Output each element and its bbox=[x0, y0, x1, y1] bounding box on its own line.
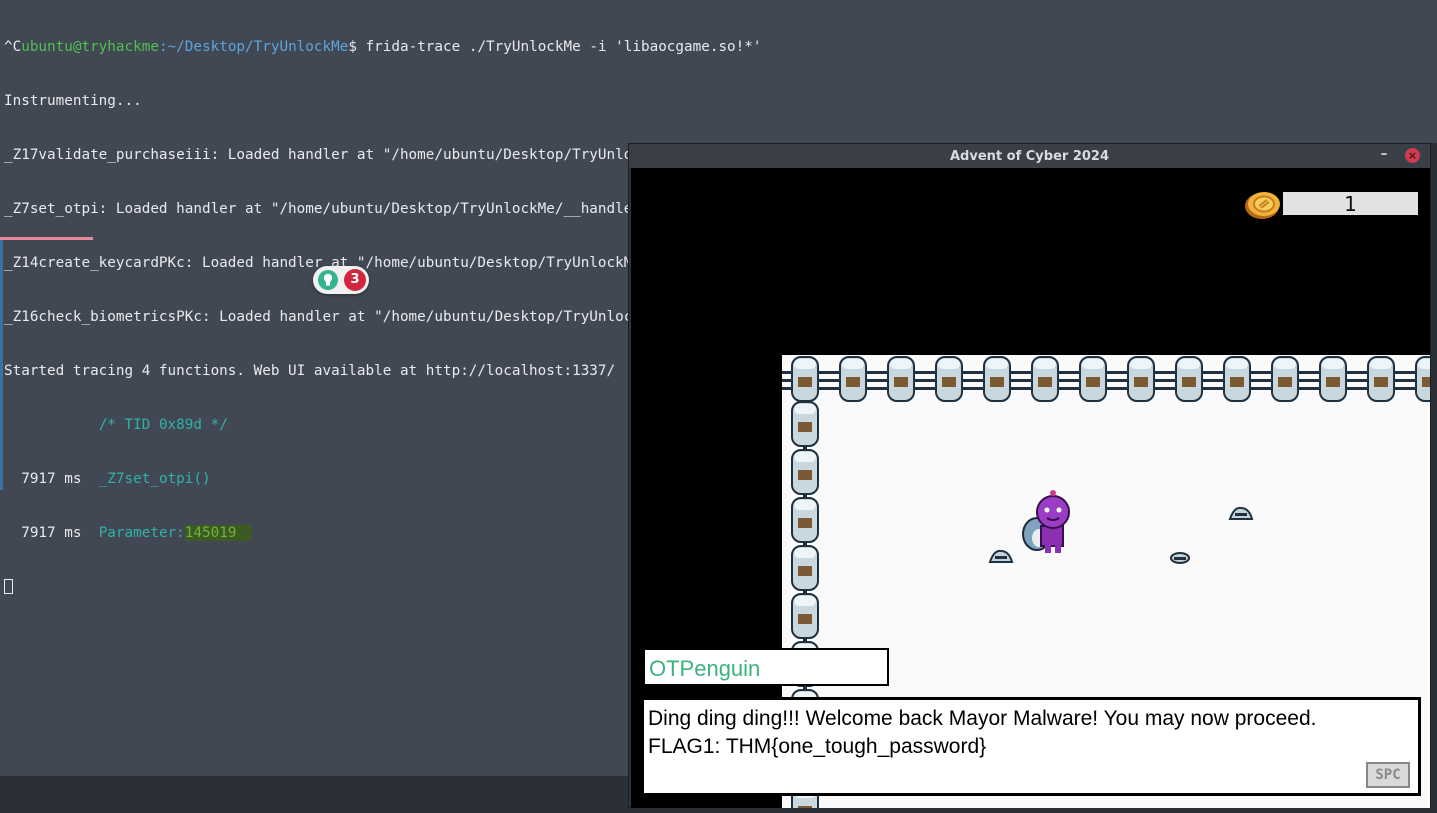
window-title: Advent of Cyber 2024 bbox=[949, 149, 1110, 164]
coin-icon bbox=[1245, 192, 1280, 219]
minimize-button[interactable]: – bbox=[1376, 144, 1392, 166]
terminal-prompt-line: ^Cubuntu@tryhackme:~/Desktop/TryUnlockMe… bbox=[4, 38, 1434, 56]
continue-key-hint[interactable]: SPC bbox=[1366, 762, 1410, 788]
speaker-name: OTPenguin bbox=[643, 648, 889, 686]
trace-time: 7917 ms bbox=[21, 525, 82, 541]
trace-param-label: Parameter: bbox=[98, 525, 185, 541]
rock-icon bbox=[1228, 506, 1254, 520]
window-titlebar[interactable]: Advent of Cyber 2024 – × bbox=[629, 144, 1430, 168]
dialog-line: Ding ding ding!!! Welcome back Mayor Mal… bbox=[648, 707, 1317, 730]
hint-count-badge: 3 bbox=[344, 269, 366, 291]
close-button[interactable]: × bbox=[1405, 148, 1420, 163]
terminal-line: Instrumenting... bbox=[4, 93, 142, 109]
desktop-background bbox=[0, 776, 628, 813]
dialog-line: FLAG1: THM{one_tough_password} bbox=[648, 735, 987, 758]
wall-top bbox=[782, 356, 1430, 402]
terminal-cursor bbox=[4, 579, 13, 594]
hint-badge[interactable]: 3 bbox=[313, 266, 369, 294]
coin-counter: 1 bbox=[1243, 190, 1419, 219]
trace-function: _Z7set_otpi() bbox=[98, 471, 211, 487]
coin-count: 1 bbox=[1283, 192, 1418, 216]
player-character bbox=[1022, 490, 1070, 553]
prompt-user-host: ubuntu@tryhackme bbox=[21, 39, 159, 55]
trace-time: 7917 ms bbox=[21, 471, 82, 487]
prompt-prefix: ^C bbox=[4, 39, 22, 55]
terminal-decoration-bar bbox=[0, 237, 93, 240]
rock-icon bbox=[1170, 552, 1190, 564]
prompt-command: $ frida-trace ./TryUnlockMe -i 'libaocga… bbox=[348, 39, 762, 55]
trace-param-value: 145019 bbox=[184, 525, 253, 541]
lightbulb-icon bbox=[318, 270, 338, 290]
edge-highlight bbox=[0, 240, 3, 490]
rock-icon bbox=[988, 549, 1014, 563]
dialog-box[interactable]: Ding ding ding!!! Welcome back Mayor Mal… bbox=[641, 697, 1421, 796]
prompt-path: :~/Desktop/TryUnlockMe bbox=[158, 39, 349, 55]
